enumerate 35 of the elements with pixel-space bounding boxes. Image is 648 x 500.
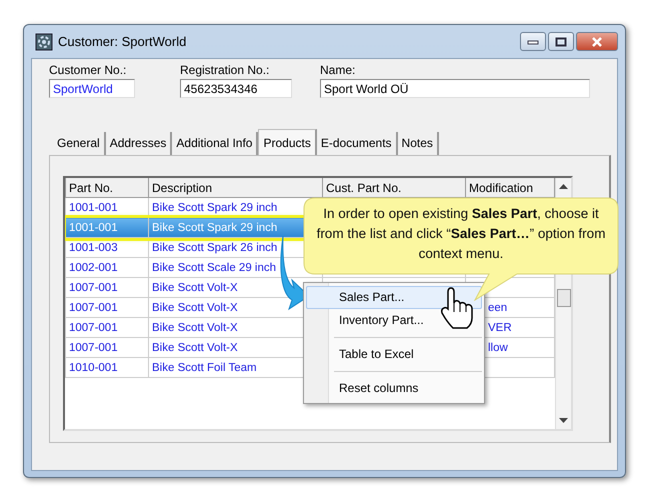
field-label: Customer No.: [49,63,128,77]
field-label: Name: [320,63,356,77]
scroll-thumb[interactable] [556,289,570,307]
scroll-down-icon [559,418,568,423]
table-cell: 1010-001 [66,358,148,378]
input-field[interactable]: SportWorld [49,79,135,98]
minimize-button[interactable] [520,32,546,51]
maximize-icon [555,36,567,46]
hand-pointer-icon [440,287,474,329]
scroll-up-icon [559,184,568,189]
menu-item[interactable]: Sales Part... [306,286,482,309]
table-cell: een [488,302,508,314]
table-cell: 1002-001 [66,258,148,278]
table-cell: 1007-001 [66,298,148,318]
column-header[interactable]: Cust. Part No. [322,178,466,198]
table-cell: llow [488,342,508,354]
maximize-button[interactable] [548,32,574,51]
table-cell: 1007-001 [66,318,148,338]
menu-item[interactable]: Reset columns [306,377,482,400]
column-header[interactable]: Modification [466,178,554,198]
table-cell: 1007-001 [66,338,148,358]
column-header[interactable]: Part No. [66,178,148,198]
column-header[interactable]: Description [148,178,322,198]
table-cell: 1007-001 [66,278,148,298]
field-label: Registration No.: [180,63,270,77]
tab[interactable]: Products [258,129,317,155]
close-icon [591,36,603,46]
table-cell: VER [488,322,512,334]
minimize-icon [527,38,539,44]
close-button[interactable] [576,32,618,51]
table-cell: 1001-001 [66,218,148,238]
input-field[interactable]: 45623534346 [180,79,292,98]
app-icon [35,32,53,50]
input-field[interactable]: Sport World OÜ [320,79,590,98]
window-title: Customer: SportWorld [58,34,186,49]
